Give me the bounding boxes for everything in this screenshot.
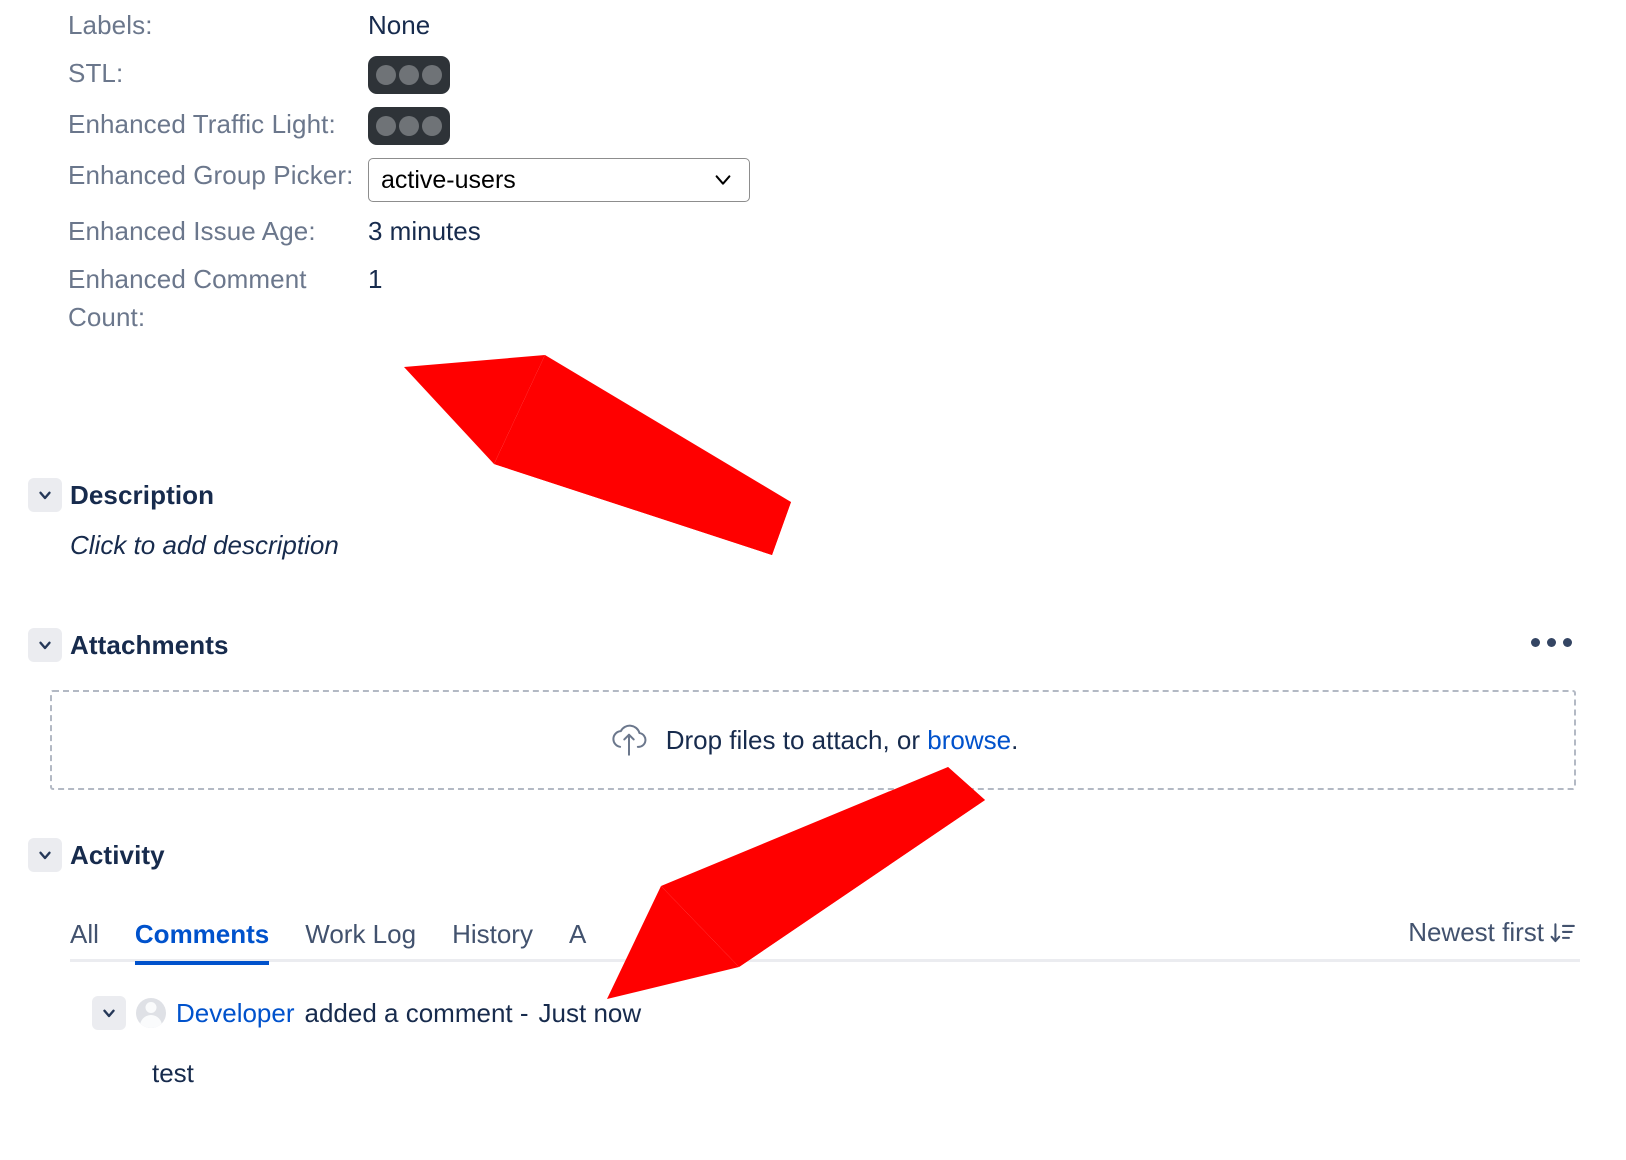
field-value-enhanced-group-picker: active-users bbox=[368, 156, 1568, 202]
issue-detail-page: Labels: None STL: Enhanced Traffic Light… bbox=[0, 0, 1626, 1160]
attachments-collapse-chevron-down-icon[interactable] bbox=[28, 628, 62, 662]
comment-header: Developer added a comment - Just now bbox=[92, 996, 1598, 1030]
user-avatar-icon bbox=[136, 998, 166, 1028]
field-label-stl: STL: bbox=[68, 58, 124, 88]
tab-all[interactable]: All bbox=[70, 919, 99, 962]
description-section: Description Click to add description bbox=[28, 478, 1598, 561]
more-dot bbox=[1547, 638, 1556, 647]
more-dot bbox=[1563, 638, 1572, 647]
description-title: Description bbox=[70, 479, 215, 510]
attachments-section: Attachments Drop files to attach, or bro… bbox=[28, 628, 1598, 790]
traffic-light-lamp-green bbox=[422, 116, 442, 136]
attachments-title: Attachments bbox=[70, 629, 229, 660]
more-options-icon[interactable] bbox=[1525, 630, 1578, 655]
activity-tabs: All Comments Work Log History A Newest f… bbox=[70, 906, 1598, 965]
sort-order-label: Newest first bbox=[1408, 917, 1544, 947]
comment-action-text: added a comment - bbox=[304, 997, 529, 1028]
comment-collapse-chevron-down-icon[interactable] bbox=[92, 996, 126, 1030]
dropzone-text-after: . bbox=[1011, 724, 1019, 755]
avatar-body bbox=[140, 1015, 162, 1028]
traffic-light-lamp-green bbox=[422, 65, 442, 85]
tabs-rail bbox=[70, 959, 1580, 962]
activity-section: Activity All Comments Work Log History A… bbox=[28, 838, 1598, 1089]
tab-list: All Comments Work Log History A bbox=[70, 906, 1598, 965]
tab-approvals[interactable]: A bbox=[569, 919, 586, 962]
group-picker-wrap: active-users bbox=[368, 158, 750, 202]
field-row-enhanced-traffic-light: Enhanced Traffic Light: bbox=[68, 105, 1568, 146]
field-label-enhanced-comment-count: Enhanced Comment Count: bbox=[68, 264, 307, 332]
traffic-light-lamp-red bbox=[376, 116, 396, 136]
activity-title: Activity bbox=[70, 839, 165, 870]
field-row-enhanced-group-picker: Enhanced Group Picker: active-users bbox=[68, 156, 1568, 202]
field-label-enhanced-traffic-light: Enhanced Traffic Light: bbox=[68, 109, 336, 139]
tab-comments[interactable]: Comments bbox=[134, 919, 270, 965]
field-list: Labels: None STL: Enhanced Traffic Light… bbox=[68, 6, 1568, 346]
tab-work-log[interactable]: Work Log bbox=[305, 919, 416, 962]
description-header: Description bbox=[28, 478, 1598, 512]
traffic-light-icon bbox=[368, 56, 450, 94]
sort-order-control[interactable]: Newest first bbox=[1408, 917, 1576, 948]
comment-timestamp: Just now bbox=[538, 997, 642, 1028]
attachment-dropzone[interactable]: Drop files to attach, or browse. bbox=[50, 690, 1576, 790]
tab-history[interactable]: History bbox=[452, 919, 533, 962]
field-row-stl: STL: bbox=[68, 54, 1568, 95]
description-collapse-chevron-down-icon[interactable] bbox=[28, 478, 62, 512]
field-value-stl bbox=[368, 54, 1568, 95]
field-label-enhanced-group-picker: Enhanced Group Picker: bbox=[68, 160, 354, 190]
comment-author-link[interactable]: Developer bbox=[176, 998, 295, 1029]
cloud-upload-icon bbox=[612, 724, 647, 756]
traffic-light-lamp-red bbox=[376, 65, 396, 85]
traffic-light-lamp-amber bbox=[399, 65, 419, 85]
comment-item: Developer added a comment - Just now tes… bbox=[92, 996, 1598, 1089]
sort-descending-icon bbox=[1550, 922, 1575, 942]
field-row-enhanced-issue-age: Enhanced Issue Age: 3 minutes bbox=[68, 212, 1568, 250]
description-placeholder[interactable]: Click to add description bbox=[70, 530, 1598, 561]
traffic-light-lamp-amber bbox=[399, 116, 419, 136]
activity-collapse-chevron-down-icon[interactable] bbox=[28, 838, 62, 872]
field-label-labels: Labels: bbox=[68, 10, 153, 40]
dropzone-text-before: Drop files to attach, or bbox=[665, 724, 928, 755]
field-value-labels: None bbox=[368, 10, 431, 40]
more-dot bbox=[1531, 638, 1540, 647]
enhanced-group-picker-select[interactable]: active-users bbox=[368, 158, 750, 202]
field-value-enhanced-traffic-light bbox=[368, 105, 1568, 146]
field-value-enhanced-comment-count: 1 bbox=[368, 264, 383, 294]
attachments-header: Attachments bbox=[28, 628, 1598, 662]
field-row-enhanced-comment-count: Enhanced Comment Count: 1 bbox=[68, 260, 1568, 336]
browse-link[interactable]: browse bbox=[927, 725, 1011, 755]
dropzone-text: Drop files to attach, or browse. bbox=[666, 725, 1019, 756]
activity-header: Activity bbox=[28, 838, 1598, 872]
enhanced-traffic-light-icon bbox=[368, 107, 450, 145]
field-label-enhanced-issue-age: Enhanced Issue Age: bbox=[68, 216, 316, 246]
field-value-enhanced-issue-age: 3 minutes bbox=[368, 216, 481, 246]
comment-body-text: test bbox=[152, 1058, 194, 1088]
avatar-head bbox=[145, 1002, 157, 1013]
field-row-labels: Labels: None bbox=[68, 6, 1568, 44]
